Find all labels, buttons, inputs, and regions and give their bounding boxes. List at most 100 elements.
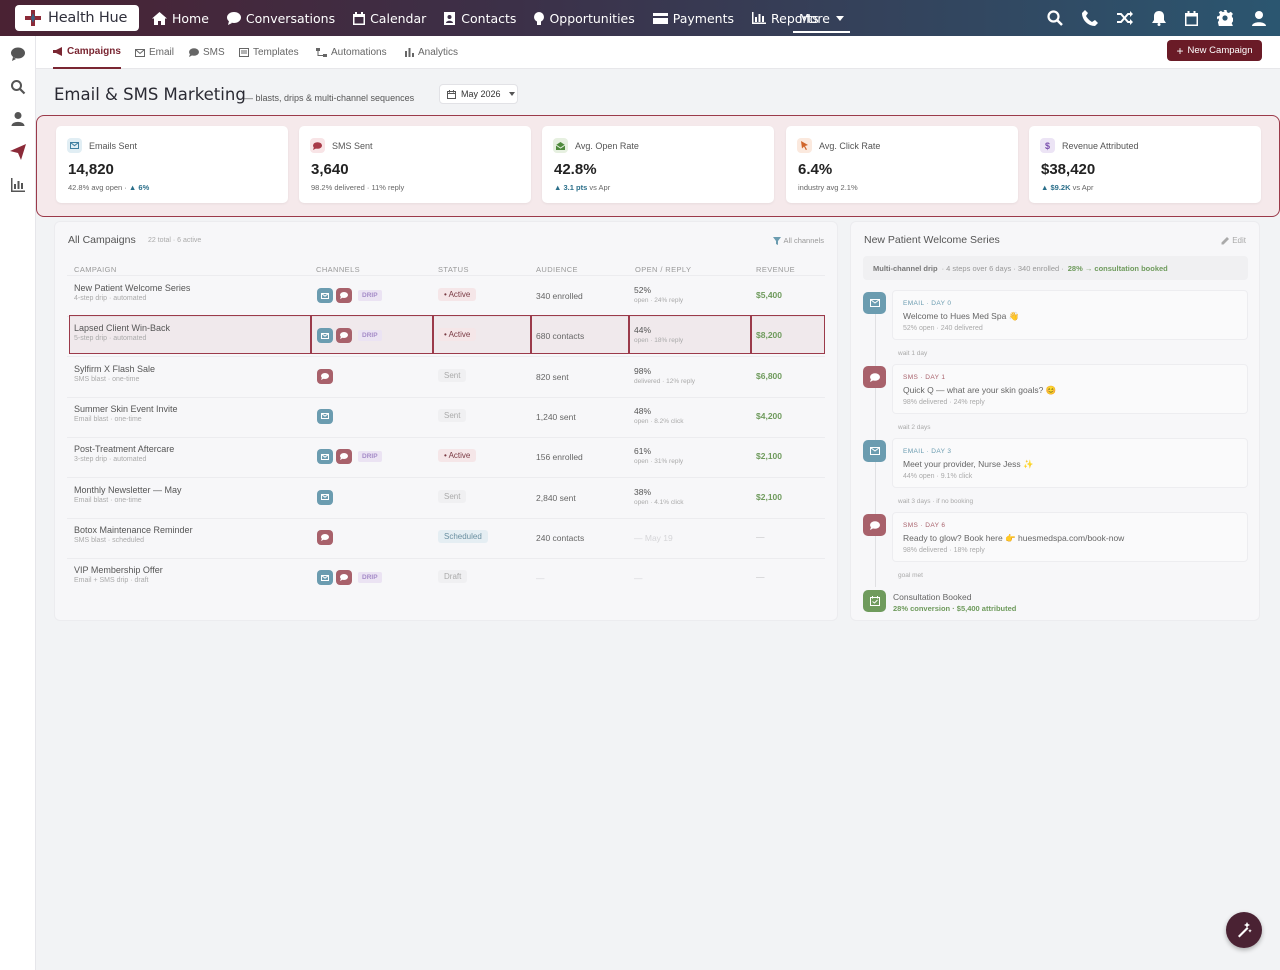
pointer-icon	[797, 138, 812, 153]
channel-filter[interactable]: All channels	[772, 236, 824, 245]
marketing-subnav: Campaigns Email SMS Templates Automation…	[36, 36, 1280, 69]
revenue-value: $8,200	[756, 330, 782, 341]
channel-badges	[317, 408, 333, 424]
phone-icon[interactable]	[1082, 10, 1098, 26]
calendar-icon	[447, 89, 456, 99]
revenue-value: $2,100	[756, 451, 782, 462]
table-row[interactable]: Post-Treatment Aftercare 3-step drip · au…	[67, 437, 825, 477]
kpi-emails-sent[interactable]: Emails Sent 14,820 42.8% avg open · ▲ 6%	[56, 126, 288, 203]
step-title: Ready to glow? Book here 👉 huesmedspa.co…	[903, 533, 1125, 543]
col-audience: AUDIENCE	[536, 265, 578, 274]
nav-calendar[interactable]: Calendar	[353, 0, 426, 36]
campaign-desc: SMS blast · scheduled	[74, 536, 145, 544]
nav-contacts[interactable]: Contacts	[444, 0, 516, 36]
channel-badges: DRIP	[317, 570, 382, 586]
tab-campaigns[interactable]: Campaigns	[53, 36, 121, 69]
open-rate-detail: delivered · 12% reply	[634, 377, 696, 385]
kpi-avg-open-rate[interactable]: Avg. Open Rate 42.8% ▲ 3.1 pts vs Apr	[542, 126, 774, 203]
user-icon[interactable]	[1252, 10, 1266, 26]
nav-home-label: Home	[172, 10, 209, 26]
tab-analytics[interactable]: Analytics	[405, 36, 458, 69]
tab-templates[interactable]: Templates	[239, 36, 299, 69]
email-channel-icon	[317, 570, 333, 586]
table-row[interactable]: Sylfirm X Flash Sale SMS blast · one-time…	[67, 357, 825, 397]
top-navigation-bar: Health Hue Home Conversations Calendar C…	[0, 0, 1280, 36]
new-campaign-button[interactable]: + New Campaign	[1167, 40, 1262, 61]
campaign-name[interactable]: Monthly Newsletter — May	[74, 485, 182, 495]
nav-conversations-label: Conversations	[245, 10, 336, 26]
sequence-step[interactable]: EMAIL · DAY 0 Welcome to Hues Med Spa 👋 52…	[892, 290, 1248, 340]
page-subtitle: — blasts, drips & multi-channel sequence…	[244, 93, 415, 103]
nav-home[interactable]: Home	[152, 0, 209, 36]
sms-step-node	[863, 514, 886, 536]
email-channel-icon	[317, 449, 333, 465]
campaign-name[interactable]: Summer Skin Event Invite	[74, 404, 178, 414]
tab-email[interactable]: Email	[135, 36, 174, 69]
search-icon[interactable]	[10, 79, 26, 95]
revenue-value: —	[756, 572, 765, 583]
bell-icon[interactable]	[1152, 10, 1166, 26]
table-row[interactable]: Summer Skin Event Invite Email blast · on…	[67, 397, 825, 437]
campaign-name[interactable]: VIP Membership Offer	[74, 565, 163, 575]
nav-more-dropdown[interactable]: More	[793, 5, 850, 33]
campaign-name[interactable]: Post-Treatment Aftercare	[74, 444, 174, 454]
ai-assistant-button[interactable]	[1226, 912, 1262, 948]
contacts-icon	[444, 11, 456, 25]
open-rate: —	[634, 573, 643, 584]
nav-opportunities[interactable]: Opportunities	[534, 0, 635, 36]
wait-label: goal met	[898, 572, 923, 579]
kpi-revenue-attributed[interactable]: $ Revenue Attributed $38,420 ▲ $9.2K vs …	[1029, 126, 1261, 203]
tab-automations-label: Automations	[331, 47, 387, 58]
sequence-step[interactable]: SMS · DAY 1 Quick Q — what are your skin …	[892, 364, 1248, 414]
col-campaign: CAMPAIGN	[74, 265, 117, 274]
revenue-value: $4,200	[756, 410, 782, 421]
open-rate: 38%	[634, 486, 652, 497]
nav-payments-label: Payments	[672, 10, 734, 26]
shuffle-icon[interactable]	[1117, 11, 1133, 25]
kpi-label: Avg. Open Rate	[575, 140, 639, 151]
table-row[interactable]: Botox Maintenance Reminder SMS blast · sc…	[67, 518, 825, 558]
search-icon[interactable]	[1047, 10, 1063, 26]
kpi-summary-row: Emails Sent 14,820 42.8% avg open · ▲ 6%…	[36, 115, 1280, 217]
user-icon[interactable]	[10, 111, 26, 127]
filter-icon	[772, 236, 781, 245]
campaign-name[interactable]: New Patient Welcome Series	[74, 283, 190, 293]
sms-channel-icon	[317, 529, 333, 545]
channel-badges	[317, 529, 333, 545]
sequence-step[interactable]: SMS · DAY 6 Ready to glow? Book here 👉 hu…	[892, 512, 1248, 562]
campaigns-card: All Campaigns 22 total · 6 active All ch…	[54, 221, 838, 621]
gear-icon[interactable]	[1217, 10, 1233, 26]
send-icon[interactable]	[10, 144, 26, 160]
campaign-name[interactable]: Lapsed Client Win-Back	[74, 323, 170, 333]
kpi-avg-click-rate[interactable]: Avg. Click Rate 6.4% industry avg 2.1%	[786, 126, 1018, 203]
bar-chart-icon	[752, 12, 766, 24]
sequence-step[interactable]: EMAIL · DAY 3 Meet your provider, Nurse J…	[892, 438, 1248, 488]
month-selector[interactable]: May 2026	[439, 84, 518, 104]
nav-conversations[interactable]: Conversations	[226, 0, 336, 36]
table-row[interactable]: Lapsed Client Win-Back 5-step drip · auto…	[67, 315, 825, 356]
tab-sms[interactable]: SMS	[189, 36, 225, 69]
table-row[interactable]: New Patient Welcome Series 4-step drip · …	[67, 276, 825, 316]
app-logo[interactable]: Health Hue	[15, 5, 139, 31]
col-revenue: REVENUE	[756, 265, 796, 274]
nav-payments[interactable]: Payments	[652, 0, 734, 36]
email-channel-icon	[317, 408, 333, 424]
edit-sequence-button[interactable]: Edit	[1221, 236, 1246, 245]
campaign-name[interactable]: Sylfirm X Flash Sale	[74, 364, 155, 374]
chart-icon[interactable]	[10, 177, 26, 193]
kpi-tail: vs Apr	[587, 183, 611, 192]
table-row[interactable]: Monthly Newsletter — May Email blast · on…	[67, 478, 825, 518]
megaphone-icon	[53, 47, 62, 56]
goal-result: 28% conversion · $5,400 attributed	[893, 604, 1017, 613]
wait-label: wait 3 days · if no booking	[898, 498, 974, 505]
sms-channel-icon	[336, 570, 352, 586]
table-row[interactable]: VIP Membership Offer Email + SMS drip · d…	[67, 558, 825, 598]
kpi-delta: ▲ $9.2K	[1041, 183, 1071, 192]
audience-value: 680 contacts	[536, 331, 585, 342]
kpi-value: $38,420	[1041, 161, 1096, 178]
calendar-icon[interactable]	[1185, 10, 1198, 26]
campaign-name[interactable]: Botox Maintenance Reminder	[74, 525, 193, 535]
kpi-sms-sent[interactable]: SMS Sent 3,640 98.2% delivered · 11% rep…	[299, 126, 531, 203]
tab-automations[interactable]: Automations	[316, 36, 387, 69]
chat-icon[interactable]	[10, 46, 26, 62]
